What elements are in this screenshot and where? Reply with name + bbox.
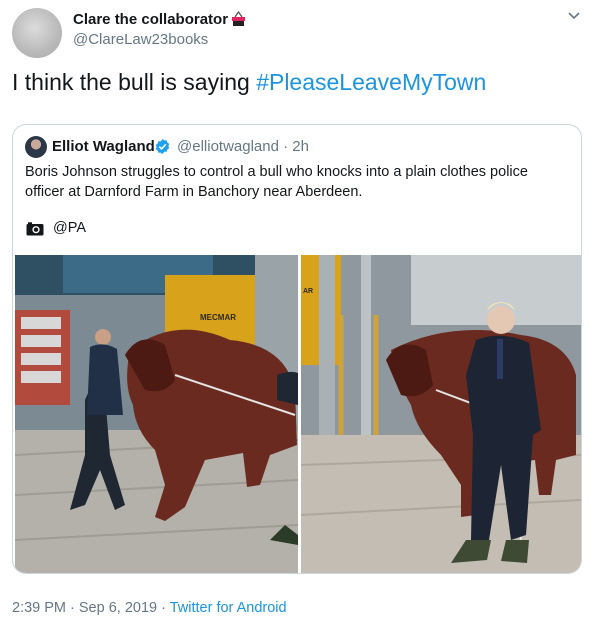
tweet-text-body: I think the bull is saying [12,69,257,95]
tweet-text: I think the bull is saying #PleaseLeaveM… [12,69,486,96]
quoted-text: Boris Johnson struggles to control a bul… [25,164,528,200]
quoted-tweet[interactable]: Elliot Wagland @elliotwagland · 2h Boris… [12,124,582,574]
source-link[interactable]: Twitter for Android [170,600,287,616]
quoted-user-handle: @elliotwagland · 2h [177,138,309,155]
timestamp-text[interactable]: 2:39 PM · Sep 6, 2019 · [12,600,170,616]
quoted-avatar[interactable] [25,136,47,158]
tweet: Clare the collaborator @ClareLaw23books … [0,0,600,630]
user-name[interactable]: Clare the collaborator [73,11,228,28]
hashtag-link[interactable]: #PleaseLeaveMyTown [256,69,486,95]
avatar[interactable] [12,8,62,58]
machine-sign-left: MECMAR [200,313,236,322]
shopping-basket-icon [232,11,245,26]
photo-credit[interactable]: @PA [53,220,86,236]
chevron-down-icon[interactable] [566,10,582,22]
machine-sign-right: AR [303,288,313,295]
camera-icon [26,222,44,236]
verified-badge-icon [155,139,170,154]
photo-right[interactable]: AR [301,255,581,573]
user-handle[interactable]: @ClareLaw23books [73,31,208,48]
photo-left[interactable]: MECMAR [15,255,298,573]
quoted-user-name[interactable]: Elliot Wagland [52,138,155,155]
tweet-timestamp: 2:39 PM · Sep 6, 2019 · Twitter for Andr… [12,600,287,616]
